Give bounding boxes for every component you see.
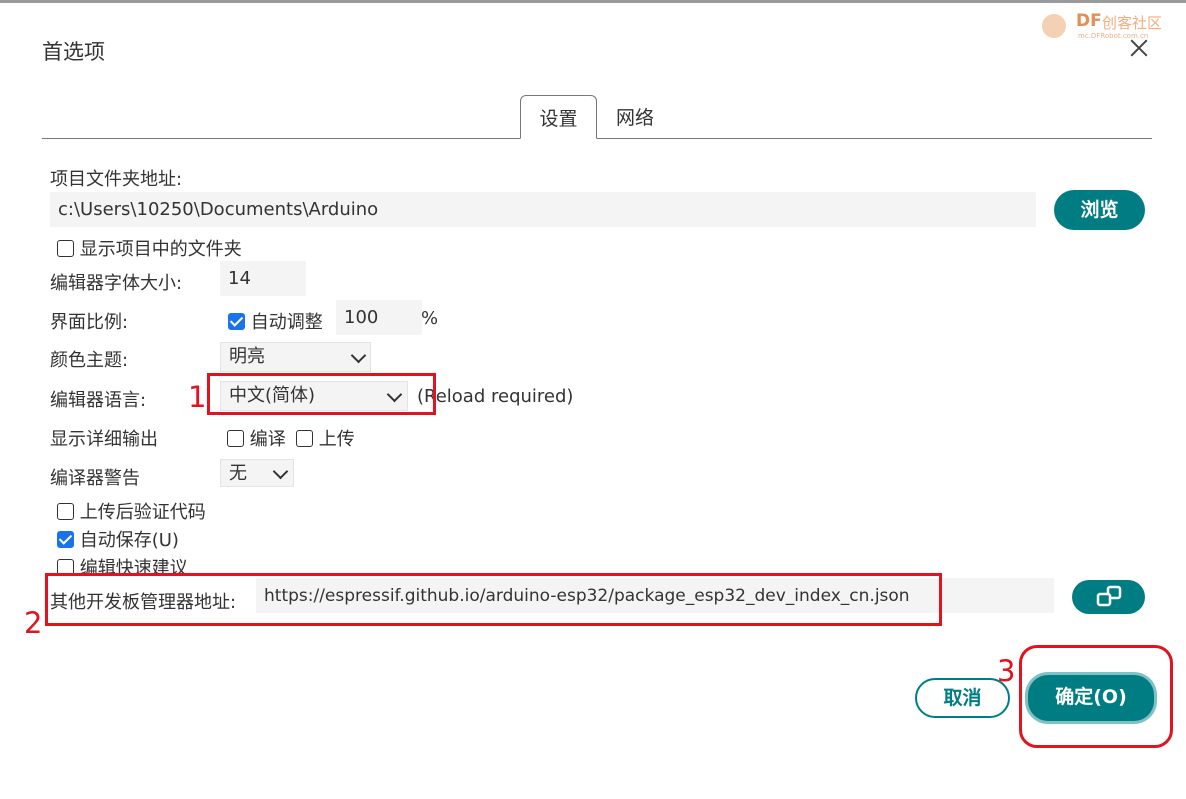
- annotation-box-3: [1019, 645, 1173, 748]
- verify-after-upload-row[interactable]: 上传后验证代码: [57, 498, 206, 524]
- scale-label: 界面比例:: [50, 312, 129, 333]
- watermark-brand: DF: [1076, 11, 1102, 31]
- language-label: 编辑器语言:: [50, 390, 147, 411]
- watermark-logo: DF 创客社区 mc.DFRobot.com.cn: [1038, 8, 1178, 42]
- show-files-checkbox-row[interactable]: 显示项目中的文件夹: [57, 235, 242, 261]
- tab-network[interactable]: 网络: [598, 95, 672, 139]
- show-files-checkbox[interactable]: [57, 240, 74, 257]
- verbose-upload-checkbox[interactable]: [296, 430, 313, 447]
- font-size-label: 编辑器字体大小:: [50, 273, 183, 294]
- verbose-compile-label: 编译: [249, 429, 286, 450]
- annotation-box-2: [45, 573, 942, 626]
- verify-after-upload-label: 上传后验证代码: [79, 502, 206, 523]
- verify-after-upload-checkbox[interactable]: [57, 503, 74, 520]
- sketchbook-label: 项目文件夹地址:: [50, 169, 183, 190]
- chevron-down-icon: [272, 463, 289, 480]
- theme-select[interactable]: 明亮: [220, 342, 371, 372]
- browse-button[interactable]: 浏览: [1054, 190, 1145, 230]
- verbose-compile-checkbox[interactable]: [227, 430, 244, 447]
- close-icon[interactable]: [1126, 36, 1152, 62]
- scale-input[interactable]: [336, 300, 422, 335]
- annotation-number-1: 1: [188, 380, 207, 414]
- verbose-upload-label: 上传: [318, 429, 355, 450]
- watermark-icon: [1042, 14, 1066, 38]
- sketchbook-path-input[interactable]: [50, 192, 1036, 227]
- open-window-icon: [1096, 585, 1122, 607]
- warnings-select[interactable]: 无: [220, 459, 294, 487]
- reload-required-note: (Reload required): [417, 386, 574, 407]
- cancel-button[interactable]: 取消: [915, 678, 1010, 718]
- open-window-button[interactable]: [1072, 580, 1145, 614]
- window-top-border: [0, 0, 1186, 3]
- tabs-divider: [42, 138, 1152, 139]
- autosave-row[interactable]: 自动保存(U): [57, 526, 179, 552]
- font-size-input[interactable]: [220, 261, 306, 296]
- annotation-number-2: 2: [24, 606, 43, 640]
- warnings-label: 编译器警告: [50, 468, 140, 489]
- autosave-checkbox[interactable]: [57, 531, 74, 548]
- verbose-label: 显示详细输出: [50, 429, 158, 450]
- tab-settings[interactable]: 设置: [520, 95, 597, 139]
- show-files-label: 显示项目中的文件夹: [79, 239, 242, 260]
- theme-label: 颜色主题:: [50, 350, 129, 371]
- auto-scale-checkbox-row[interactable]: 自动调整: [228, 308, 323, 334]
- warnings-value: 无: [229, 463, 247, 484]
- auto-scale-checkbox[interactable]: [228, 313, 245, 330]
- annotation-number-3: 3: [997, 654, 1016, 688]
- dialog-title: 首选项: [42, 40, 105, 64]
- auto-scale-label: 自动调整: [250, 312, 323, 333]
- verbose-compile-checkbox-row[interactable]: 编译: [227, 425, 286, 451]
- chevron-down-icon: [350, 347, 367, 364]
- watermark-name: 创客社区: [1102, 14, 1163, 32]
- verbose-upload-checkbox-row[interactable]: 上传: [296, 425, 355, 451]
- autosave-label: 自动保存(U): [79, 530, 179, 551]
- theme-value: 明亮: [229, 346, 265, 367]
- annotation-box-1: [207, 373, 436, 415]
- scale-unit: %: [421, 308, 439, 329]
